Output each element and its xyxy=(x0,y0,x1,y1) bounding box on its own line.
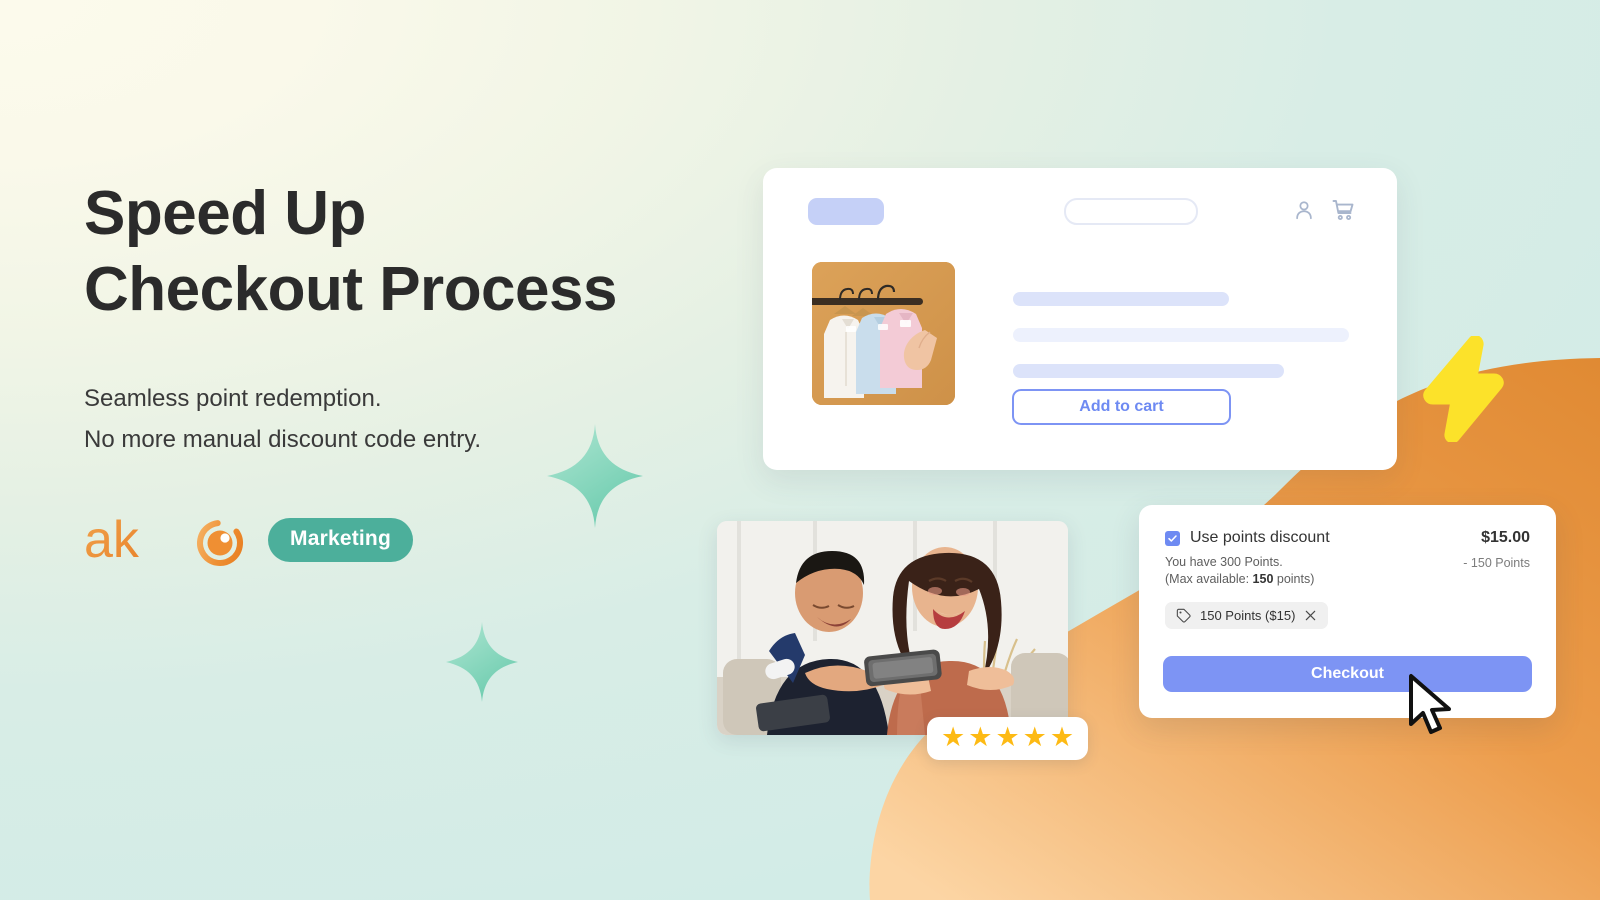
store-search-input[interactable] xyxy=(1064,198,1198,225)
use-points-checkbox[interactable] xyxy=(1165,530,1180,546)
placeholder-line-1 xyxy=(1013,292,1229,306)
hero-copy-block: Speed Up Checkout Process Seamless point… xyxy=(84,176,724,460)
ako-wordmark-icon: ak xyxy=(84,512,140,568)
subtitle-line-1: Seamless point redemption. xyxy=(84,385,382,412)
star-icon: ★ xyxy=(968,722,993,752)
svg-text:ak: ak xyxy=(84,512,140,568)
star-icon: ★ xyxy=(1049,722,1075,752)
points-deduction: - 150 Points xyxy=(1463,556,1530,570)
applied-points-label: 150 Points ($15) xyxy=(1200,608,1296,623)
applied-points-chip[interactable]: 150 Points ($15) xyxy=(1165,602,1329,629)
checkout-button[interactable]: Checkout xyxy=(1163,656,1532,692)
product-page-mockup-card: Add to cart xyxy=(763,168,1397,470)
ako-eye-icon xyxy=(197,520,243,566)
checkout-summary-card: Use points discount You have 300 Points.… xyxy=(1139,505,1556,718)
subtitle-line-2: No more manual discount code entry. xyxy=(84,426,482,453)
hero-subtitle: Seamless point redemption. No more manua… xyxy=(84,378,724,460)
placeholder-line-3 xyxy=(1013,364,1284,378)
max-value: 150 xyxy=(1252,572,1274,586)
store-logo-placeholder xyxy=(808,198,884,225)
points-discount-row: Use points discount You have 300 Points.… xyxy=(1165,529,1530,588)
star-icon: ★ xyxy=(941,722,966,752)
shopping-cart-icon[interactable] xyxy=(1331,198,1355,222)
headline-line-2: Checkout Process xyxy=(84,255,618,324)
user-icon[interactable] xyxy=(1293,199,1315,221)
page-title: Speed Up Checkout Process xyxy=(84,176,724,328)
lifestyle-photo xyxy=(717,521,1068,735)
close-icon[interactable] xyxy=(1304,609,1317,622)
price-tag-icon xyxy=(1176,608,1191,623)
ako-logo: ak xyxy=(84,512,248,568)
points-balance-line: You have 300 Points. xyxy=(1165,555,1283,569)
add-to-cart-button[interactable]: Add to cart xyxy=(1012,389,1231,425)
check-icon xyxy=(1168,534,1177,542)
order-price: $15.00 xyxy=(1481,529,1530,546)
headline-line-1: Speed Up xyxy=(84,179,366,248)
use-points-label: Use points discount xyxy=(1190,529,1330,546)
price-column: $15.00 - 150 Points xyxy=(1463,529,1530,570)
placeholder-line-2 xyxy=(1013,328,1349,342)
star-icon: ★ xyxy=(995,722,1020,752)
points-balance-text: You have 300 Points. (Max available: 150… xyxy=(1165,554,1463,588)
max-suffix: points) xyxy=(1273,572,1315,586)
lightning-bolt-icon xyxy=(1423,336,1504,442)
max-available-line: (Max available: 150 points) xyxy=(1165,571,1463,588)
four-point-sparkle-icon-small xyxy=(446,622,518,702)
mock-storefront-header xyxy=(808,198,1355,228)
store-header-icons xyxy=(1293,198,1355,222)
use-points-checkbox-row[interactable]: Use points discount xyxy=(1165,529,1463,547)
points-discount-info: Use points discount You have 300 Points.… xyxy=(1165,529,1463,588)
max-prefix: (Max available: xyxy=(1165,572,1253,586)
product-thumbnail-image xyxy=(812,262,955,405)
mouse-pointer-icon xyxy=(1409,674,1451,734)
marketing-badge: Marketing xyxy=(268,518,413,562)
star-rating-badge: ★ ★ ★ ★ ★ xyxy=(927,717,1089,760)
star-icon: ★ xyxy=(1022,722,1047,752)
brand-lockup: ak Marketing xyxy=(84,512,413,568)
